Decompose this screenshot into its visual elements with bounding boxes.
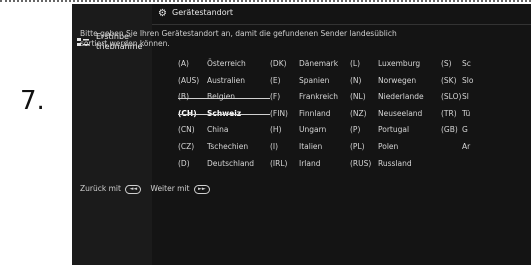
country-option[interactable]: Deutschland bbox=[207, 159, 254, 168]
country-code: (AUS) bbox=[178, 75, 200, 85]
country-option[interactable]: Italien bbox=[299, 142, 322, 151]
country-option[interactable]: Portugal bbox=[378, 125, 409, 134]
gear-icon: ⚙ bbox=[158, 8, 167, 19]
country-option[interactable]: Sc bbox=[462, 59, 471, 68]
country-code: (FIN) bbox=[270, 108, 288, 118]
country-option[interactable]: Österreich bbox=[207, 59, 246, 68]
back-button[interactable]: ◄◄ bbox=[125, 184, 142, 194]
country-option[interactable]: Norwegen bbox=[378, 76, 416, 85]
country-code: (PL) bbox=[350, 142, 365, 151]
country-option[interactable]: Polen bbox=[378, 142, 398, 151]
country-option[interactable]: Australien bbox=[207, 76, 245, 85]
selection-underline-bottom bbox=[178, 114, 270, 115]
footer: Zurück mit ◄◄ Weiter mit ►► bbox=[80, 184, 212, 194]
country-code: (P) bbox=[350, 125, 361, 135]
country-option[interactable]: Neuseeland bbox=[378, 109, 422, 118]
country-grid: (A) Österreich (DK) Dänemark (L) Luxemburg (S)… bbox=[152, 59, 531, 179]
country-code: (NL) bbox=[350, 92, 366, 102]
country-option[interactable]: Spanien bbox=[299, 76, 329, 85]
country-option[interactable]: Niederlande bbox=[378, 92, 424, 101]
country-code: (I) bbox=[270, 142, 279, 151]
country-code: (H) bbox=[270, 125, 282, 135]
country-option[interactable]: Irland bbox=[299, 159, 321, 168]
country-option[interactable]: Ungarn bbox=[299, 125, 326, 134]
country-code: (N) bbox=[350, 75, 362, 85]
country-option[interactable]: Russland bbox=[378, 159, 412, 168]
country-code: (GB) bbox=[441, 125, 458, 135]
country-code: (SK) bbox=[441, 75, 457, 85]
country-option[interactable]: Sl bbox=[462, 92, 469, 101]
country-option[interactable]: Frankreich bbox=[299, 92, 338, 101]
country-option[interactable]: Dänemark bbox=[299, 59, 338, 68]
country-code: (DK) bbox=[270, 59, 287, 68]
selection-underline bbox=[178, 98, 270, 99]
country-option[interactable]: Luxemburg bbox=[378, 59, 420, 68]
country-option[interactable]: Finnland bbox=[299, 109, 331, 118]
description-line2: sortiert werden können. bbox=[80, 39, 170, 48]
page-title: Gerätestandort bbox=[172, 8, 234, 17]
country-code: (B) bbox=[178, 92, 189, 102]
country-option[interactable]: Tschechien bbox=[207, 142, 248, 151]
country-code: (SLO) bbox=[441, 92, 462, 102]
description: Bitte geben Sie Ihren Gerätestandort an,… bbox=[80, 29, 440, 49]
next-label: Weiter mit bbox=[150, 184, 190, 193]
country-code: (L) bbox=[350, 59, 361, 68]
country-code: (CN) bbox=[178, 125, 195, 135]
country-code: (D) bbox=[178, 158, 190, 168]
country-option[interactable]: Slo bbox=[462, 76, 473, 85]
country-option[interactable]: China bbox=[207, 125, 228, 134]
country-code: (TR) bbox=[441, 108, 457, 118]
country-option[interactable]: Ar bbox=[462, 142, 470, 151]
country-option[interactable]: G bbox=[462, 125, 468, 134]
description-line1: Bitte geben Sie Ihren Gerätestandort an,… bbox=[80, 29, 397, 38]
country-code: (S) bbox=[441, 59, 452, 68]
country-code: (NZ) bbox=[350, 108, 367, 118]
country-code: (F) bbox=[270, 92, 281, 102]
header: ⚙ Gerätestandort bbox=[152, 4, 531, 25]
back-label: Zurück mit bbox=[80, 184, 121, 193]
country-code: (RUS) bbox=[350, 158, 372, 168]
next-button[interactable]: ►► bbox=[193, 184, 210, 194]
country-code: (IRL) bbox=[270, 158, 288, 168]
step-number: 7. bbox=[20, 86, 45, 116]
country-code: (A) bbox=[178, 59, 189, 68]
country-option[interactable]: Tü bbox=[462, 109, 470, 118]
country-option[interactable]: Belgien bbox=[207, 92, 235, 101]
country-code: (CZ) bbox=[178, 142, 195, 151]
tv-screen: Erstinbe- triebnahme ⚙ Gerätestandort Bi… bbox=[72, 4, 531, 265]
country-code: (E) bbox=[270, 75, 281, 85]
